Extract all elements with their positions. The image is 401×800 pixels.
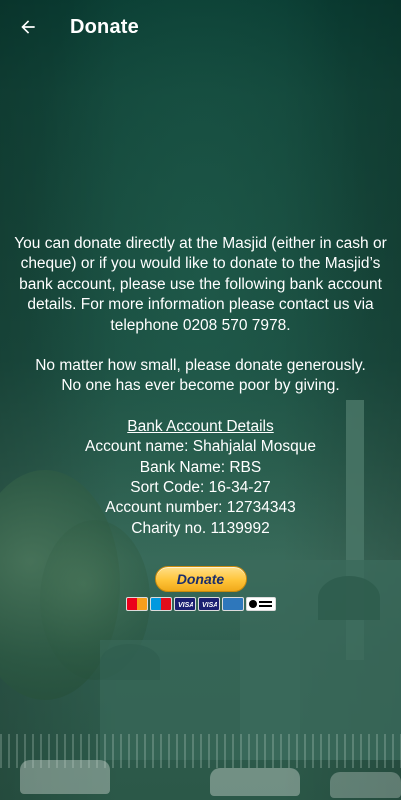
visa-electron-icon: VISA: [197, 597, 220, 611]
intro-text: You can donate directly at the Masjid (e…: [14, 235, 387, 334]
payment-methods: VISA VISA: [125, 597, 276, 611]
appeal-line-1: No matter how small, please donate gener…: [35, 357, 366, 375]
charity-number: Charity no. 1139992: [131, 519, 270, 537]
visa-icon: VISA: [173, 597, 196, 611]
bank-details-header: Bank Account Details: [127, 417, 274, 435]
account-name: Account name: Shahjalal Mosque: [85, 438, 316, 456]
account-number: Account number: 12734343: [105, 499, 296, 517]
appeal-line-2: No one has ever become poor by giving.: [61, 377, 340, 395]
app-bar: Donate: [0, 0, 401, 54]
back-button[interactable]: [14, 13, 42, 41]
bank-details: Bank Account Details Account name: Shahj…: [8, 417, 393, 539]
direct-debit-icon: [245, 597, 276, 611]
paypal-donate-button[interactable]: Donate: [154, 566, 247, 592]
bank-name: Bank Name: RBS: [139, 458, 262, 476]
amex-icon: [221, 597, 244, 611]
mastercard-icon: [125, 597, 148, 611]
donate-section: Donate VISA VISA: [0, 566, 401, 611]
sort-code: Sort Code: 16-34-27: [130, 479, 271, 497]
arrow-left-icon: [21, 20, 35, 34]
donation-info: You can donate directly at the Masjid (e…: [8, 234, 393, 539]
page-title: Donate: [70, 15, 139, 38]
svg-text:VISA: VISA: [178, 602, 193, 608]
maestro-icon: [149, 597, 172, 611]
svg-text:VISA: VISA: [202, 602, 217, 608]
